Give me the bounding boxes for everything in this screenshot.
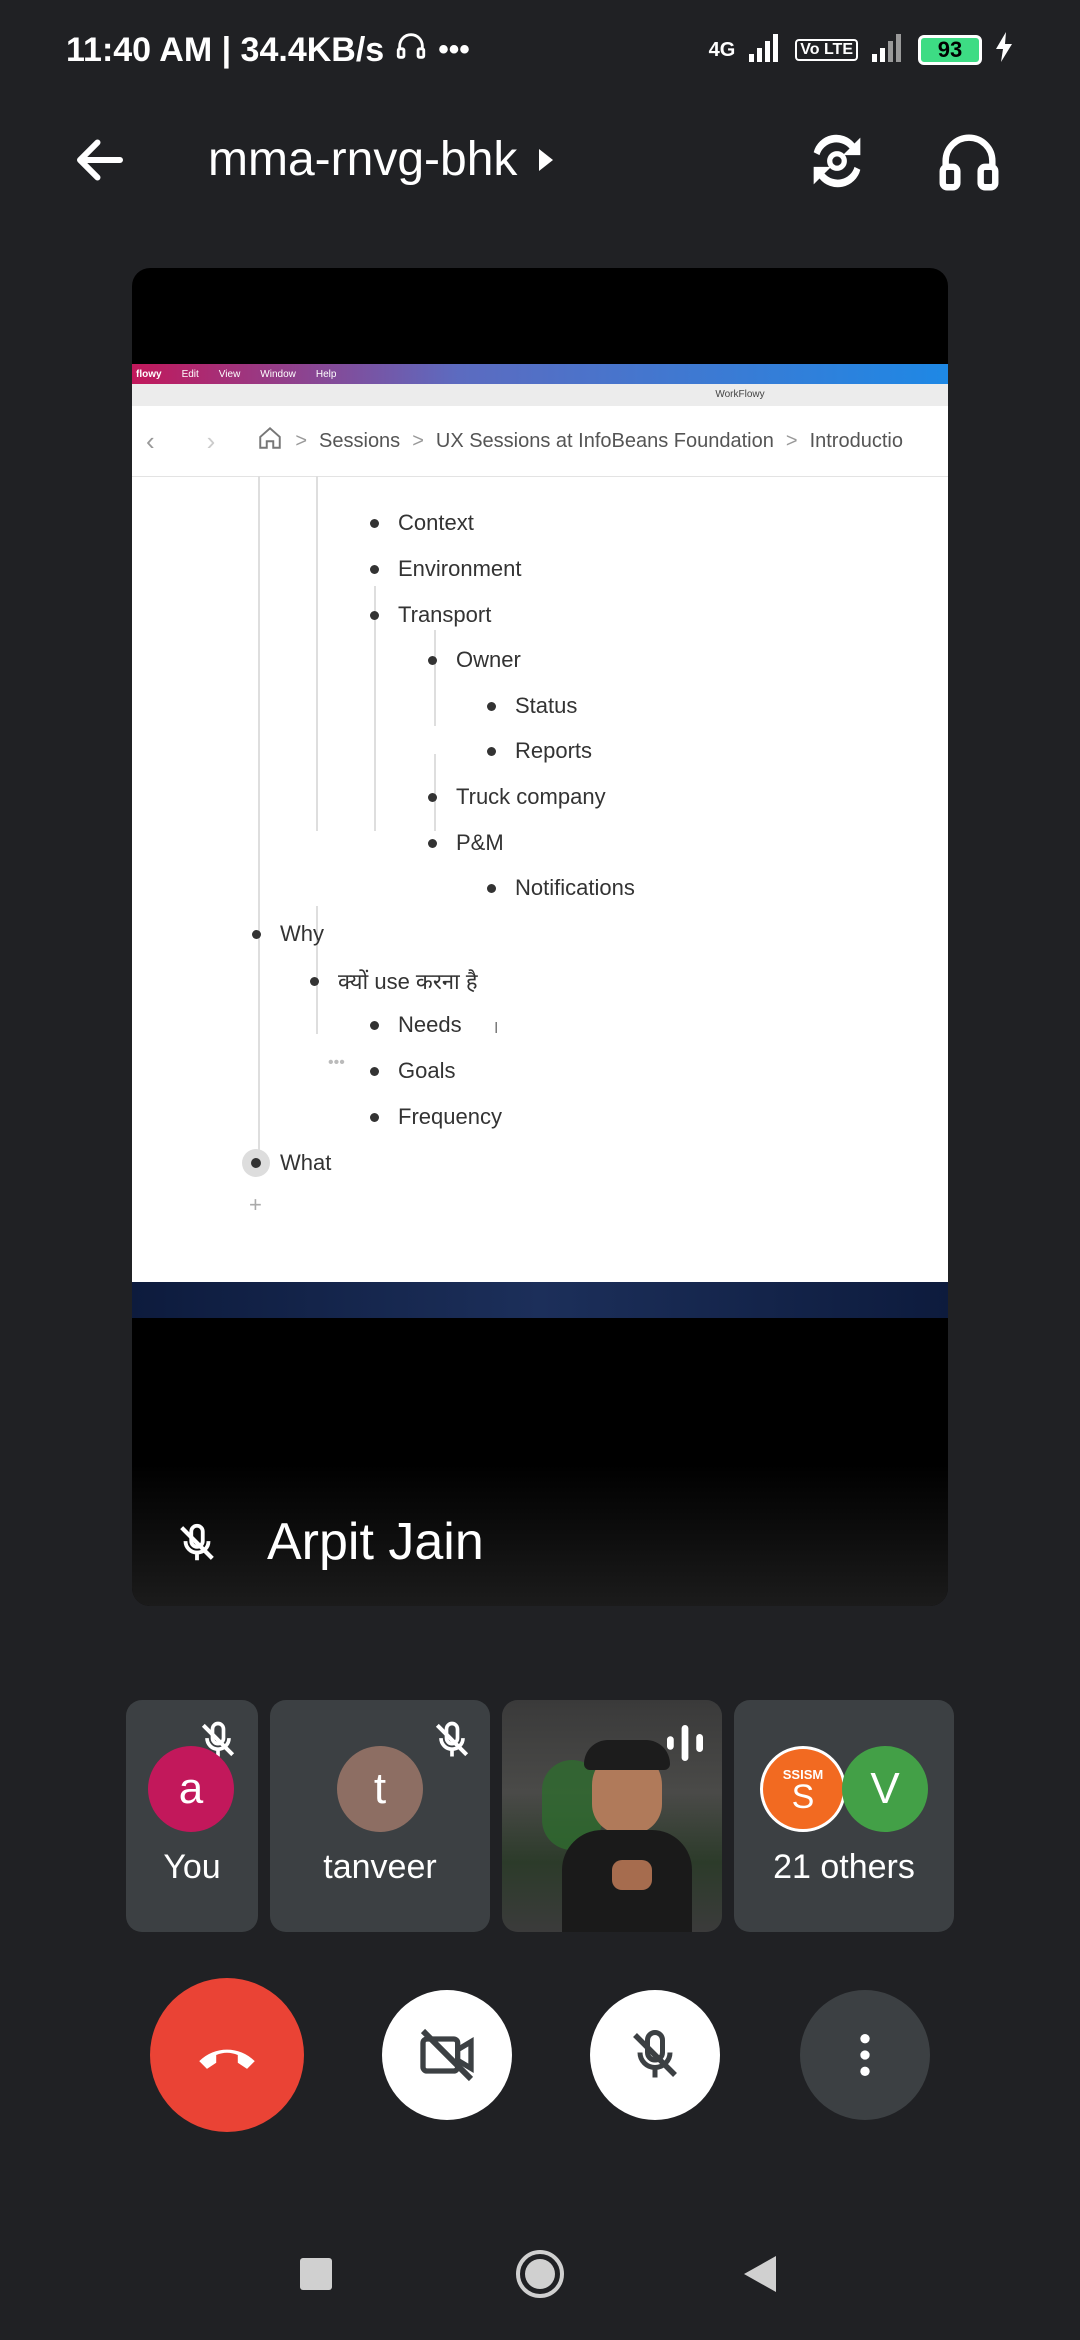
- headphones-icon: [939, 134, 999, 191]
- arrow-back-icon: [77, 139, 123, 181]
- switch-camera-icon: [813, 134, 861, 188]
- mic-toggle-button[interactable]: [590, 1990, 720, 2120]
- presenter-tile[interactable]: flowy Edit View Window Help WorkFlowy ‹ …: [132, 268, 948, 1606]
- triangle-back-icon: [744, 2256, 776, 2292]
- presenter-label: Arpit Jain: [132, 1464, 948, 1606]
- outline-item[interactable]: Needs: [370, 1012, 462, 1038]
- camera-toggle-button[interactable]: [382, 1990, 512, 2120]
- outline-item[interactable]: क्यों use करना है: [310, 966, 478, 996]
- avatar: t: [337, 1746, 423, 1832]
- meeting-header: mma-rnvg-bhk: [0, 110, 1080, 210]
- more-options-button[interactable]: [800, 1990, 930, 2120]
- menu-item: Edit: [181, 368, 199, 380]
- status-left: 11:40 AM | 34.4KB/s •••: [66, 29, 470, 72]
- breadcrumb: ‹ › > Sessions > UX Sessions at InfoBean…: [132, 406, 948, 477]
- participant-tile-you[interactable]: a You: [126, 1700, 258, 1932]
- outline-item[interactable]: P&M: [428, 830, 504, 856]
- outline-item[interactable]: Reports: [487, 738, 592, 764]
- more-notifications-icon: •••: [438, 33, 470, 66]
- menu-item: flowy: [136, 368, 162, 380]
- mic-off-icon: [174, 1520, 220, 1571]
- nav-back-icon: ‹: [146, 425, 155, 456]
- end-call-icon: [199, 2049, 255, 2069]
- outline-item[interactable]: Context: [370, 510, 474, 536]
- outline-item[interactable]: Environment: [370, 556, 522, 582]
- avatar: a: [148, 1746, 234, 1832]
- speaking-indicator-icon: [658, 1716, 712, 1775]
- desktop-wallpaper-strip: [132, 1282, 948, 1318]
- participant-count: 21 others: [773, 1848, 915, 1886]
- signal-icon-2: [870, 32, 906, 68]
- meeting-title-button[interactable]: mma-rnvg-bhk: [208, 132, 557, 187]
- ssism-logo-avatar: SSISM S: [760, 1746, 846, 1832]
- app-title: WorkFlowy: [132, 384, 948, 406]
- more-vert-icon: [860, 2034, 870, 2076]
- participant-tile-video[interactable]: [502, 1700, 722, 1932]
- drag-handle-icon: •••: [328, 1054, 345, 1071]
- charging-icon: [994, 32, 1014, 68]
- participant-tile-tanveer[interactable]: t tanveer: [270, 1700, 490, 1932]
- outline-item[interactable]: What: [242, 1149, 331, 1177]
- audio-output-button[interactable]: [934, 126, 1004, 196]
- meeting-code: mma-rnvg-bhk: [208, 133, 518, 186]
- switch-camera-button[interactable]: [802, 126, 872, 196]
- app-menu-bar: flowy Edit View Window Help: [132, 364, 948, 384]
- participant-name: tanveer: [323, 1848, 437, 1886]
- network-type: 4G: [708, 38, 736, 61]
- presenter-name: Arpit Jain: [267, 1513, 484, 1571]
- menu-item: View: [218, 368, 241, 380]
- shared-screen: flowy Edit View Window Help WorkFlowy ‹ …: [132, 314, 948, 1526]
- volte-badge: Vo LTE: [795, 39, 858, 61]
- system-nav-bar: [0, 2220, 1080, 2340]
- home-circle-icon: [516, 2250, 564, 2298]
- signal-icon: [747, 32, 783, 68]
- outline-item[interactable]: Goals: [370, 1058, 455, 1084]
- caret-right-icon: [539, 148, 554, 171]
- outline-item[interactable]: Notifications: [487, 875, 635, 901]
- breadcrumb-item: UX Sessions at InfoBeans Foundation: [435, 429, 774, 452]
- nav-forward-icon: ›: [206, 425, 216, 456]
- breadcrumb-item: Sessions: [319, 429, 401, 452]
- text-cursor-icon: I: [494, 1020, 499, 1037]
- headset-status-icon: [394, 29, 428, 72]
- mic-off-icon: [430, 1718, 474, 1762]
- avatar: V: [842, 1746, 928, 1832]
- home-button[interactable]: [514, 2248, 566, 2300]
- battery-icon: 93: [918, 35, 982, 65]
- outline-item[interactable]: Frequency: [370, 1104, 502, 1130]
- back-nav-button[interactable]: [742, 2254, 778, 2299]
- recents-button[interactable]: [300, 2258, 332, 2290]
- outline-item[interactable]: Owner: [428, 647, 521, 673]
- back-button[interactable]: [70, 130, 130, 190]
- participant-tile-others[interactable]: SSISM S V 21 others: [734, 1700, 954, 1932]
- outline-item[interactable]: Transport: [370, 602, 491, 628]
- menu-item: Help: [315, 368, 337, 380]
- outline-item[interactable]: Truck company: [428, 784, 606, 810]
- add-item-icon[interactable]: +: [249, 1192, 262, 1218]
- workflowy-document: ‹ › > Sessions > UX Sessions at InfoBean…: [132, 406, 948, 1282]
- outline-item[interactable]: Why: [252, 921, 324, 947]
- videocam-off-icon: [420, 2028, 474, 2082]
- participant-name: You: [163, 1848, 221, 1886]
- status-right: 4G Vo LTE 93: [709, 32, 1014, 68]
- status-bar: 11:40 AM | 34.4KB/s ••• 4G Vo LTE 93: [0, 0, 1080, 100]
- end-call-button[interactable]: [150, 1978, 304, 2132]
- home-icon: [257, 425, 283, 457]
- outline-item[interactable]: Status: [487, 693, 577, 719]
- breadcrumb-item: Introductio: [809, 429, 903, 452]
- status-time: 11:40 AM | 34.4KB/s: [66, 30, 385, 69]
- menu-item: Window: [260, 368, 296, 380]
- mic-off-icon: [633, 2030, 677, 2078]
